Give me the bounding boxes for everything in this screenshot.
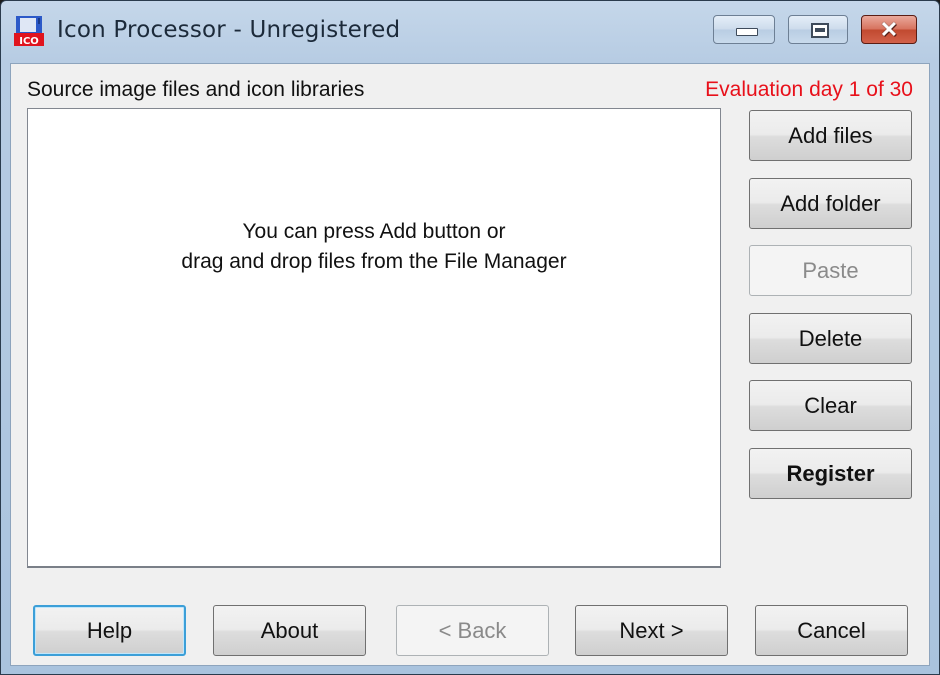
source-files-label: Source image files and icon libraries xyxy=(27,78,365,101)
help-button[interactable]: Help xyxy=(33,605,186,656)
back-button[interactable]: < Back xyxy=(396,605,549,656)
list-hint-line-1: You can press Add button or xyxy=(242,220,506,243)
add-folder-button[interactable]: Add folder xyxy=(749,178,912,229)
delete-button[interactable]: Delete xyxy=(749,313,912,364)
window-title: Icon Processor - Unregistered xyxy=(57,17,401,43)
list-empty-hint: You can press Add button or drag and dro… xyxy=(28,217,720,277)
source-files-list[interactable]: You can press Add button or drag and dro… xyxy=(27,108,721,568)
cancel-button[interactable]: Cancel xyxy=(755,605,908,656)
close-icon: ✕ xyxy=(879,16,899,42)
list-hint-line-2: drag and drop files from the File Manage… xyxy=(181,250,567,273)
icon-processor-window: ICO Icon Processor - Unregistered ✕ Sour… xyxy=(0,0,940,675)
app-icon: ICO xyxy=(14,16,44,47)
minimize-button[interactable] xyxy=(713,15,775,44)
dialog-client-area: Source image files and icon libraries Ev… xyxy=(10,63,930,666)
evaluation-status: Evaluation day 1 of 30 xyxy=(705,78,913,101)
app-icon-text: ICO xyxy=(19,36,39,47)
maximize-button[interactable] xyxy=(788,15,848,44)
next-button[interactable]: Next > xyxy=(575,605,728,656)
paste-button[interactable]: Paste xyxy=(749,245,912,296)
add-files-button[interactable]: Add files xyxy=(749,110,912,161)
maximize-icon xyxy=(811,23,829,38)
minimize-icon xyxy=(736,28,758,36)
clear-button[interactable]: Clear xyxy=(749,380,912,431)
title-bar[interactable]: ICO Icon Processor - Unregistered ✕ xyxy=(1,1,939,63)
close-button[interactable]: ✕ xyxy=(861,15,917,44)
about-button[interactable]: About xyxy=(213,605,366,656)
register-button[interactable]: Register xyxy=(749,448,912,499)
